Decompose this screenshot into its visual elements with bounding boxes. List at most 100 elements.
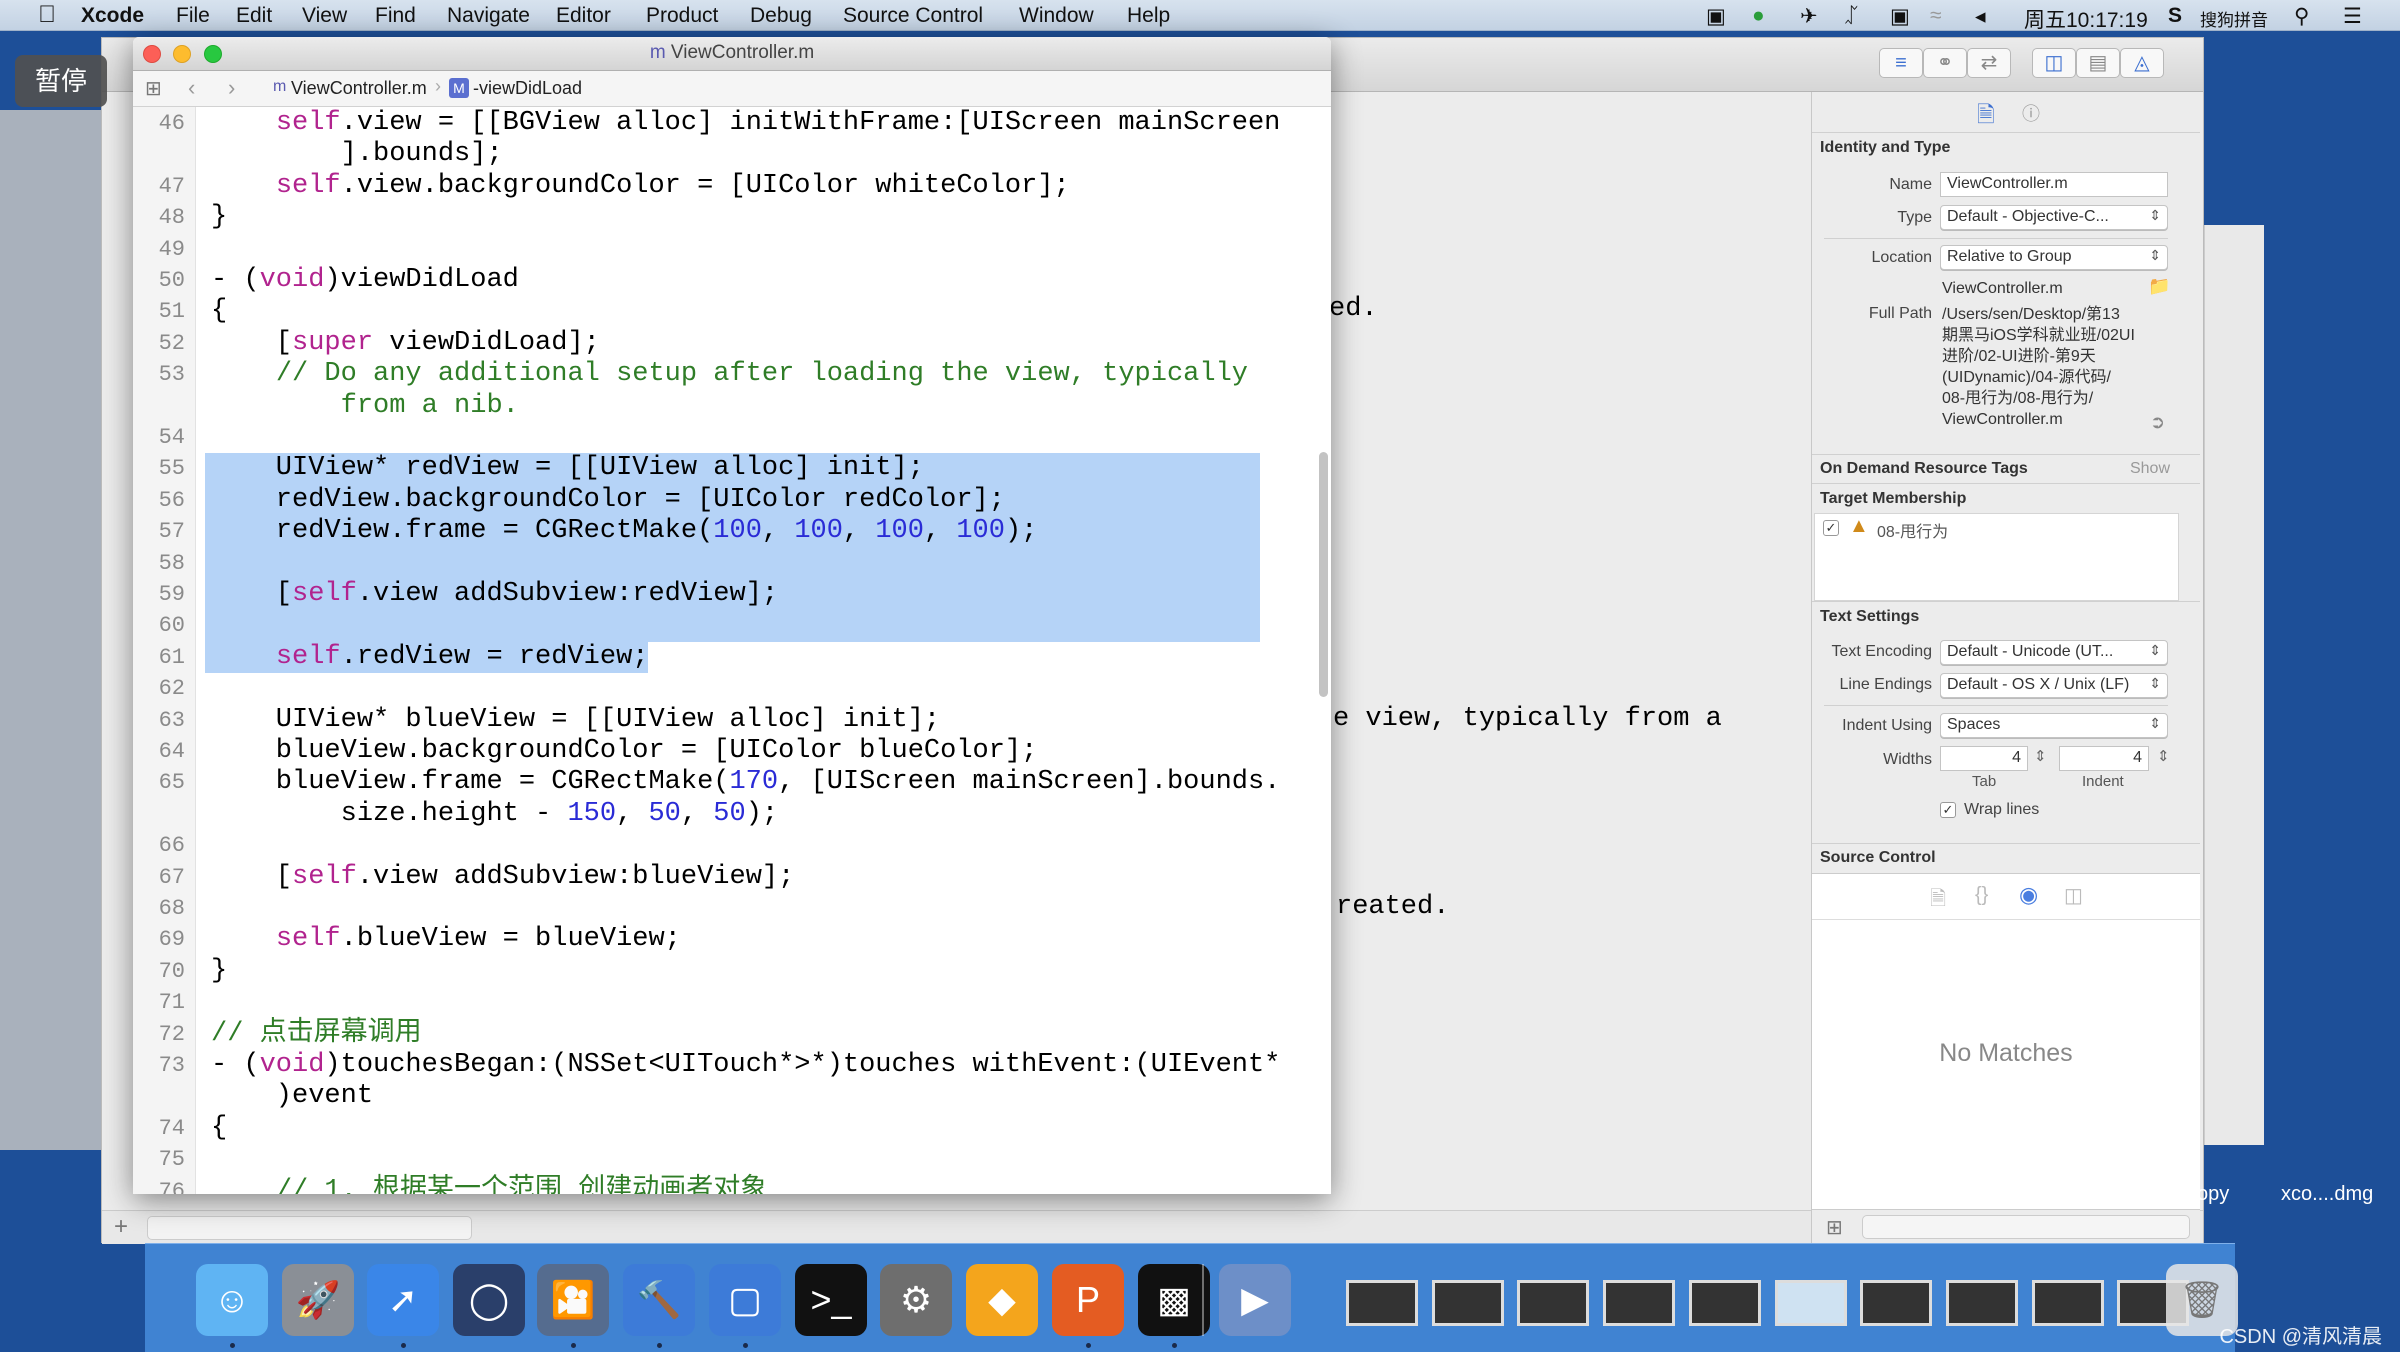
code-line[interactable]: from a nib. (133, 391, 1331, 422)
wps-presentation-icon[interactable]: P (1052, 1264, 1124, 1336)
tab-width-stepper[interactable]: ⇕ (2034, 747, 2047, 765)
assistant-editor-button[interactable]: ⚭ (1923, 48, 1967, 78)
code-line[interactable]: 68 (133, 893, 1331, 924)
menu-edit[interactable]: Edit (236, 4, 272, 28)
code-line[interactable]: 63 UIView* blueView = [[UIView alloc] in… (133, 705, 1331, 736)
console-icon[interactable]: ▩ (1138, 1264, 1210, 1336)
screen-record-icon[interactable]: ▣ (1706, 4, 1726, 29)
forward-button[interactable]: › (228, 75, 235, 101)
encoding-popup[interactable]: Default - Unicode (UT... ⇕ (1940, 640, 2168, 665)
location-popup[interactable]: Relative to Group ⇕ (1940, 245, 2168, 270)
launchpad-icon[interactable]: 🚀 (282, 1264, 354, 1336)
media-library-icon[interactable]: ◫ (2064, 883, 2083, 908)
code-line[interactable]: 60 (133, 610, 1331, 641)
finder-icon[interactable]: ☺ (196, 1264, 268, 1336)
code-line[interactable]: size.height - 150, 50, 50); (133, 799, 1331, 830)
code-line[interactable]: 57 redView.frame = CGRectMake(100, 100, … (133, 516, 1331, 547)
navigator-filter-input[interactable] (147, 1216, 472, 1240)
indent-width-field[interactable]: 4 (2059, 746, 2149, 771)
terminal-icon[interactable]: >_ (795, 1264, 867, 1336)
menu-product[interactable]: Product (646, 4, 718, 28)
input-method-icon[interactable]: S (2168, 4, 2182, 28)
code-line[interactable]: 75 (133, 1144, 1331, 1175)
code-line[interactable]: 65 blueView.frame = CGRectMake(170, [UIS… (133, 767, 1331, 798)
code-line[interactable]: 47 self.view.backgroundColor = [UIColor … (133, 171, 1331, 202)
menu-window[interactable]: Window (1019, 4, 1094, 28)
code-line[interactable]: 56 redView.backgroundColor = [UIColor re… (133, 485, 1331, 516)
code-line[interactable]: ].bounds]; (133, 139, 1331, 170)
code-line[interactable]: 51 { (133, 296, 1331, 327)
wifi-icon[interactable]: ≈ (1930, 4, 1942, 28)
xcode-icon[interactable]: 🔨 (623, 1264, 695, 1336)
add-file-icon[interactable]: + (114, 1213, 128, 1241)
code-line[interactable]: 50 - (void)viewDidLoad (133, 265, 1331, 296)
system-preferences-icon[interactable]: ⚙ (880, 1264, 952, 1336)
code-line[interactable]: 49 (133, 234, 1331, 265)
breadcrumb-file[interactable]: ViewController.m (291, 78, 427, 99)
minimized-window-thumbnail[interactable] (1689, 1280, 1761, 1326)
type-popup[interactable]: Default - Objective-C... ⇕ (1940, 205, 2168, 230)
folder-icon[interactable]: 📁 (2148, 276, 2170, 297)
notification-center-icon[interactable]: ☰ (2343, 4, 2362, 29)
file-inspector-tab-icon[interactable]: 🗎 (1977, 98, 1995, 136)
version-editor-button[interactable]: ⇄ (1967, 48, 2011, 78)
code-line[interactable]: 53 // Do any additional setup after load… (133, 359, 1331, 390)
indent-using-popup[interactable]: Spaces ⇕ (1940, 713, 2168, 738)
code-snippet-library-icon[interactable]: {} (1975, 884, 1988, 907)
tab-width-field[interactable]: 4 (1940, 746, 2028, 771)
input-method[interactable]: 搜狗拼音 (2200, 6, 2268, 31)
code-line[interactable]: 62 (133, 673, 1331, 704)
code-line[interactable]: 54 (133, 422, 1331, 453)
code-line[interactable]: 59 [self.view addSubview:redView]; (133, 579, 1331, 610)
code-line[interactable]: 48} (133, 202, 1331, 233)
code-editor[interactable]: 46 self.view = [[BGView alloc] initWithF… (133, 108, 1331, 1194)
toggle-navigator-button[interactable]: ◫ (2032, 48, 2076, 78)
menu-xcode[interactable]: Xcode (81, 4, 144, 28)
app-status-icon[interactable]: ● (1752, 4, 1765, 28)
minimized-window-thumbnail[interactable] (1346, 1280, 1418, 1326)
volume-icon[interactable]: ◂ (1975, 4, 1986, 29)
minimized-window-thumbnail[interactable] (1946, 1280, 2018, 1326)
minimized-window-thumbnail[interactable] (1775, 1280, 1847, 1326)
code-line[interactable]: 70} (133, 956, 1331, 987)
code-line[interactable]: 71 (133, 987, 1331, 1018)
pause-badge[interactable]: 暂停 (15, 55, 107, 107)
code-line[interactable]: 52 [super viewDidLoad]; (133, 328, 1331, 359)
reveal-in-finder-icon[interactable]: ➲ (2150, 412, 2165, 433)
minimized-window-thumbnail[interactable] (1860, 1280, 1932, 1326)
menu-help[interactable]: Help (1127, 4, 1170, 28)
code-line[interactable]: 74 { (133, 1113, 1331, 1144)
wrap-lines-checkbox[interactable]: ✓ (1940, 802, 1956, 818)
spotlight-icon[interactable]: ⚲ (2294, 4, 2309, 29)
menu-debug[interactable]: Debug (750, 4, 812, 28)
line-endings-popup[interactable]: Default - OS X / Unix (LF) ⇕ (1940, 673, 2168, 698)
code-line[interactable]: 67 [self.view addSubview:blueView]; (133, 862, 1331, 893)
quick-help-tab-icon[interactable]: ⓘ (2022, 100, 2040, 126)
apple-menu-icon[interactable]:  (38, 1, 56, 29)
safari-icon[interactable]: ➚ (367, 1264, 439, 1336)
desktop-file-label[interactable]: xco....dmg (2281, 1183, 2373, 1206)
minimized-window-thumbnail[interactable] (1432, 1280, 1504, 1326)
odr-show-button[interactable]: Show (2130, 460, 2170, 478)
object-library-icon[interactable]: ◉ (2019, 882, 2038, 908)
toggle-utilities-button[interactable]: ◬ (2120, 48, 2164, 78)
target-checkbox[interactable]: ✓ (1823, 520, 1839, 536)
simulator-icon[interactable]: ▢ (709, 1264, 781, 1336)
desktop-file-label[interactable]: opy (2197, 1183, 2229, 1206)
library-filter-input[interactable] (1862, 1215, 2190, 1239)
mouse-app-icon[interactable]: ◯ (453, 1264, 525, 1336)
code-line[interactable]: )event (133, 1081, 1331, 1112)
minimized-window-thumbnail[interactable] (2032, 1280, 2104, 1326)
name-field[interactable]: ViewController.m (1940, 172, 2168, 197)
code-line[interactable]: 72 // 点击屏幕调用 (133, 1019, 1331, 1050)
code-line[interactable]: 64 blueView.backgroundColor = [UIColor b… (133, 736, 1331, 767)
code-line[interactable]: 76 // 1. 根据某一个范围 创建动画者对象 (133, 1176, 1331, 1194)
clock[interactable]: 周五10:17:19 (2024, 4, 2148, 34)
code-line[interactable]: 58 (133, 548, 1331, 579)
vertical-scrollbar[interactable] (1319, 452, 1328, 697)
file-template-library-icon[interactable]: 🗎 (1930, 884, 1946, 918)
breadcrumb-method[interactable]: -viewDidLoad (473, 78, 582, 99)
code-line[interactable]: 66 (133, 830, 1331, 861)
code-line[interactable]: 46 self.view = [[BGView alloc] initWithF… (133, 108, 1331, 139)
back-button[interactable]: ‹ (188, 75, 195, 101)
